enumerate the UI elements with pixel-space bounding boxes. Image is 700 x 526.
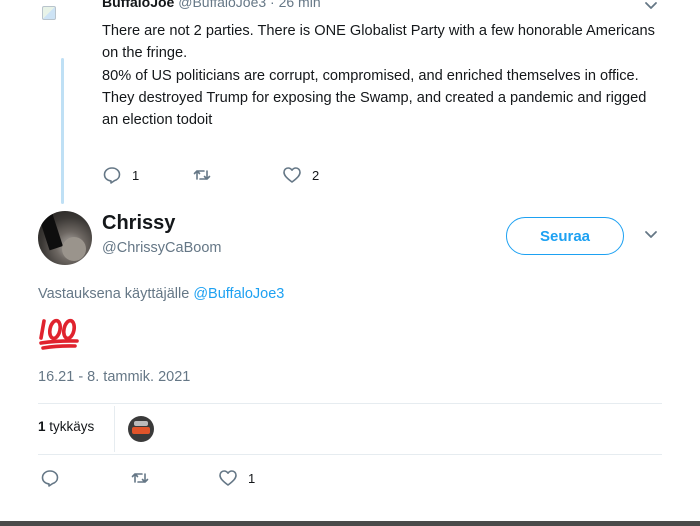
tweet-actions: 1 bbox=[38, 467, 338, 491]
reply-icon bbox=[41, 470, 59, 487]
like-count: 2 bbox=[312, 167, 320, 183]
parent-avatar[interactable] bbox=[38, 0, 86, 48]
parent-tweet-actions: 1 2 bbox=[102, 164, 402, 186]
like-count: 1 bbox=[248, 470, 256, 486]
likes-count-link[interactable]: 1 tykkäys bbox=[38, 419, 94, 434]
parent-tweet[interactable]: BuffaloJoe @BuffaloJoe3 · 26 min There a… bbox=[0, 0, 700, 204]
parent-tweet-paragraph: 80% of US politicians are corrupt, compr… bbox=[102, 67, 639, 84]
parent-author-name[interactable]: BuffaloJoe bbox=[102, 0, 174, 10]
liker-avatar[interactable] bbox=[128, 416, 154, 442]
like-icon bbox=[219, 470, 237, 486]
reply-count: 1 bbox=[132, 167, 140, 183]
like-button[interactable]: 2 bbox=[282, 164, 319, 186]
reply-icon bbox=[103, 167, 121, 184]
divider bbox=[38, 403, 662, 404]
hundred-points-emoji-icon bbox=[39, 318, 79, 350]
window-bottom-edge bbox=[0, 521, 700, 526]
parent-tweet-header: BuffaloJoe @BuffaloJoe3 · 26 min bbox=[102, 0, 321, 10]
author-handle[interactable]: @ChrissyCaBoom bbox=[102, 240, 221, 256]
avatar[interactable] bbox=[38, 211, 92, 265]
chevron-down-icon[interactable] bbox=[642, 0, 660, 15]
retweet-icon bbox=[131, 473, 149, 483]
divider bbox=[38, 454, 662, 455]
tweet-timestamp[interactable]: 16.21 - 8. tammik. 2021 bbox=[38, 369, 190, 385]
retweet-button[interactable] bbox=[130, 467, 160, 489]
reply-mention-link[interactable]: @BuffaloJoe3 bbox=[193, 286, 284, 302]
likes-summary: 1 tykkäys bbox=[38, 406, 662, 452]
parent-tweet-paragraph: There are not 2 parties. There is ONE Gl… bbox=[102, 23, 655, 62]
reply-button[interactable]: 1 bbox=[102, 164, 139, 186]
parent-tweet-time[interactable]: · 26 min bbox=[270, 0, 321, 10]
parent-tweet-body: There are not 2 parties. There is ONE Gl… bbox=[102, 20, 662, 131]
retweet-icon bbox=[193, 170, 211, 180]
follow-button[interactable]: Seuraa bbox=[506, 217, 624, 255]
thread-line bbox=[61, 58, 64, 204]
parent-tweet-paragraph: They destroyed Trump for exposing the Sw… bbox=[102, 89, 647, 129]
broken-image-icon bbox=[42, 6, 56, 20]
chevron-down-icon[interactable] bbox=[642, 226, 660, 244]
author-name[interactable]: Chrissy bbox=[102, 212, 175, 235]
like-button[interactable]: 1 bbox=[218, 467, 255, 489]
likes-count: 1 bbox=[38, 419, 46, 434]
retweet-button[interactable] bbox=[192, 164, 222, 186]
reply-context-label: Vastauksena käyttäjälle bbox=[38, 286, 190, 302]
reply-button[interactable] bbox=[40, 467, 70, 489]
likes-label: tykkäys bbox=[49, 419, 95, 434]
parent-author-handle[interactable]: @BuffaloJoe3 bbox=[178, 0, 266, 10]
like-icon bbox=[283, 167, 301, 183]
reply-context: Vastauksena käyttäjälle @BuffaloJoe3 bbox=[38, 286, 284, 302]
